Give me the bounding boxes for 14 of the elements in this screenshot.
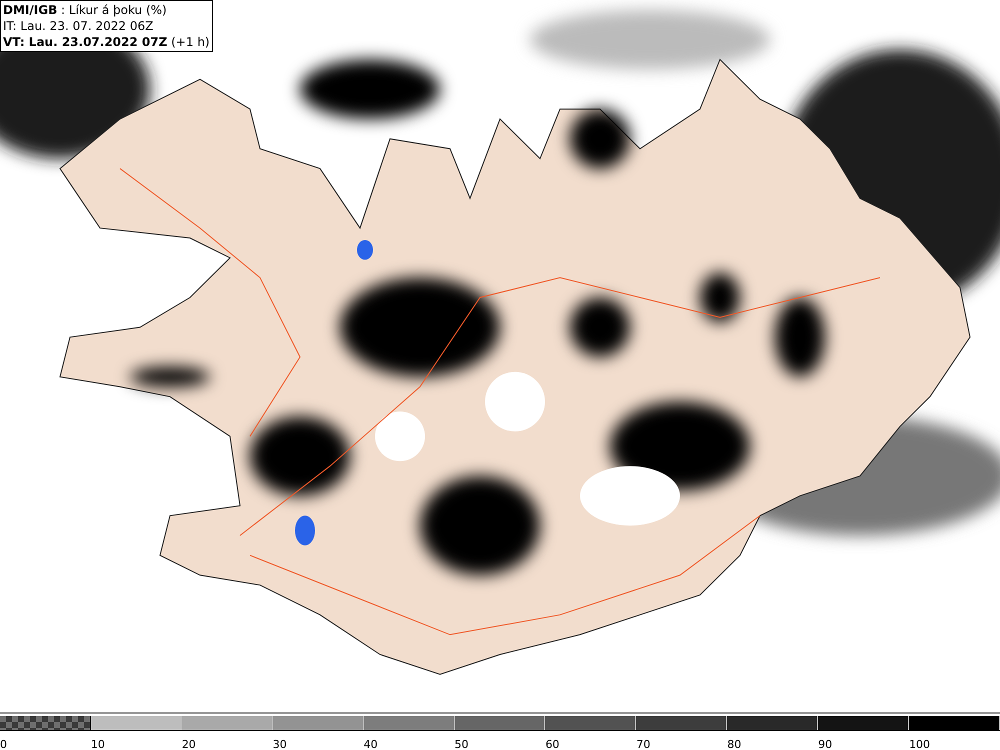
- legend-label: 0: [0, 738, 7, 750]
- header-line: DMI/IGB : Líkur á þoku (%): [3, 2, 168, 18]
- legend-label: 100: [909, 738, 930, 750]
- legend-label: 60: [545, 738, 560, 750]
- legend-label: 40: [364, 738, 378, 750]
- legend-label: 30: [272, 738, 287, 750]
- header-line: IT: Lau. 23. 07. 2022 06Z: [3, 18, 154, 34]
- legend-label: 50: [454, 738, 469, 750]
- legend-label: 10: [90, 738, 105, 750]
- legend-label: 80: [727, 738, 742, 750]
- legend-label: 20: [182, 738, 196, 750]
- legend-label: 70: [636, 738, 650, 750]
- header-line: VT: Lau. 23.07.2022 07Z (+1 h): [3, 34, 210, 50]
- legend-label: 90: [818, 738, 832, 750]
